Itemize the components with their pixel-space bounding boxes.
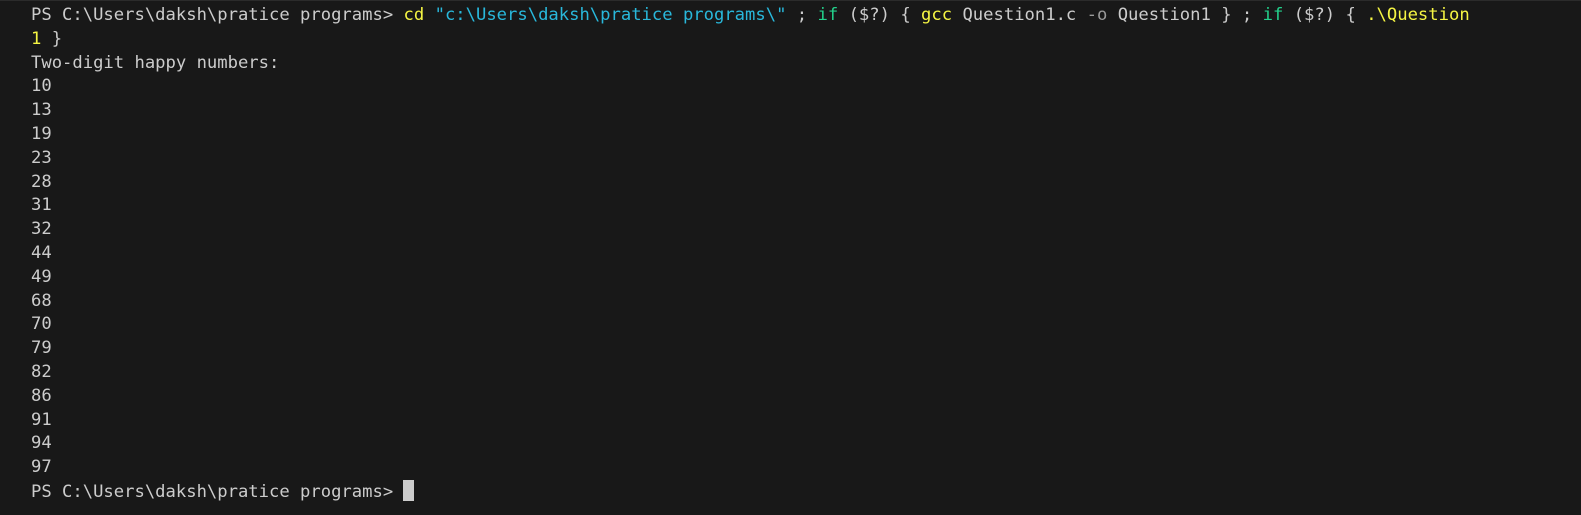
text-cursor xyxy=(403,479,415,501)
output-number: 94 xyxy=(31,433,52,454)
terminal-output: PS C:\Users\daksh\pratice programs> cd "… xyxy=(31,4,1563,504)
output-number: 23 xyxy=(31,147,52,168)
output-number: 10 xyxy=(31,76,52,97)
output-number: 19 xyxy=(31,123,52,144)
open-brace: { xyxy=(1345,5,1356,25)
happy-number-list: 10 13 19 23 28 31 32 44 49 68 70 79 82 86 91 94 97 xyxy=(31,75,1563,480)
cd-command: cd xyxy=(403,5,425,25)
prompt: PS C:\Users\daksh\pratice programs> xyxy=(31,481,394,502)
final-prompt-line[interactable]: PS C:\Users\daksh\pratice programs> xyxy=(31,479,1563,504)
output-number: 68 xyxy=(31,290,52,311)
source-file: Question1.c xyxy=(962,5,1077,25)
close-brace: } xyxy=(1221,5,1232,25)
output-number: 91 xyxy=(31,409,52,430)
output-number: 82 xyxy=(31,361,52,382)
output-number: 49 xyxy=(31,266,52,287)
terminal-panel[interactable]: PS C:\Users\daksh\pratice programs> cd "… xyxy=(0,0,1581,515)
output-number: 31 xyxy=(31,195,52,216)
separator: ; xyxy=(1241,5,1253,25)
run-executable-wrap: 1 xyxy=(31,28,42,49)
command-line: PS C:\Users\daksh\pratice programs> cd "… xyxy=(31,4,1563,28)
path-argument: "c:\Users\daksh\pratice programs\" xyxy=(434,5,787,25)
open-brace: { xyxy=(900,5,911,25)
output-header: Two-digit happy numbers: xyxy=(31,52,280,73)
prompt: PS C:\Users\daksh\pratice programs> xyxy=(31,5,394,25)
command-line-wrap: 1 } xyxy=(31,28,1563,52)
output-number: 97 xyxy=(31,457,52,478)
condition: ($?) xyxy=(1293,5,1336,25)
output-number: 28 xyxy=(31,171,52,192)
gcc-command: gcc xyxy=(921,5,953,25)
output-number: 86 xyxy=(31,385,52,406)
if-keyword: if xyxy=(1262,5,1284,25)
run-executable: .\Question xyxy=(1366,5,1470,25)
output-number: 70 xyxy=(31,314,52,335)
if-keyword: if xyxy=(817,5,839,25)
output-number: 13 xyxy=(31,100,52,121)
output-number: 44 xyxy=(31,242,52,263)
output-number: 32 xyxy=(31,219,52,240)
output-flag: -o xyxy=(1086,5,1108,25)
output-file: Question1 xyxy=(1117,5,1211,25)
condition: ($?) xyxy=(848,5,890,25)
separator: ; xyxy=(796,5,808,25)
close-brace: } xyxy=(51,28,63,49)
output-number: 79 xyxy=(31,338,52,359)
